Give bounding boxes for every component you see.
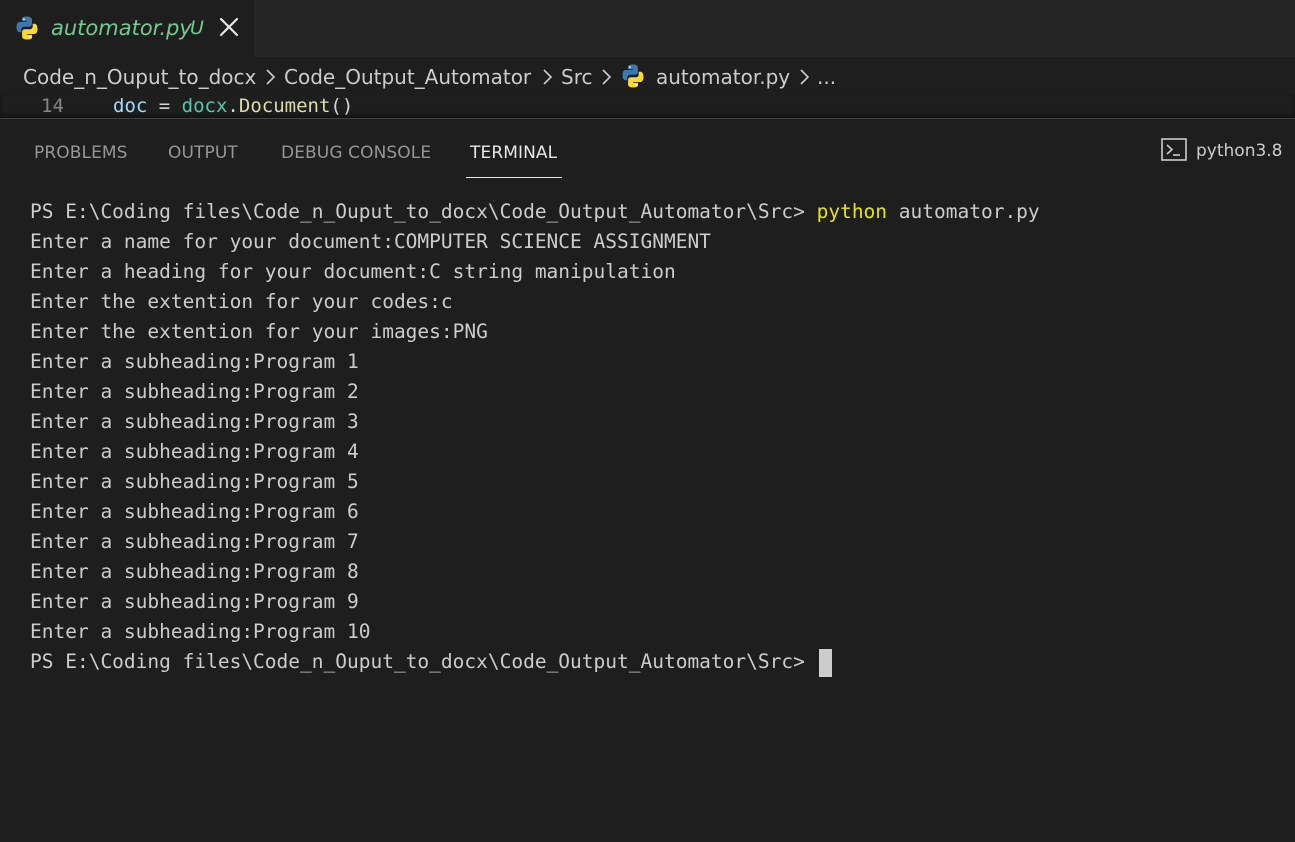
breadcrumb: Code_n_Ouput_to_docx Code_Output_Automat… xyxy=(0,57,1295,97)
terminal-line: Enter a subheading:Program 6 xyxy=(30,500,359,523)
editor-tab[interactable]: automator.py U xyxy=(0,0,254,57)
chevron-right-icon xyxy=(266,69,276,85)
chevron-right-icon xyxy=(543,69,553,85)
terminal-prompt: PS E:\Coding files\Code_n_Ouput_to_docx\… xyxy=(30,200,817,223)
editor-tab-bar: automator.py U xyxy=(0,0,1295,57)
tab-terminal[interactable]: TERMINAL xyxy=(470,141,557,165)
code-text: doc = docx.Document() xyxy=(113,94,353,118)
code-dot: . xyxy=(227,95,239,117)
terminal-line: Enter a subheading:Program 10 xyxy=(30,620,371,643)
terminal-selector[interactable]: python3.8 xyxy=(1196,139,1283,163)
terminal-line: Enter a subheading:Program 1 xyxy=(30,350,359,373)
terminal-command-args: automator.py xyxy=(887,200,1040,223)
terminal-line: Enter a subheading:Program 7 xyxy=(30,530,359,553)
terminal-line: Enter a subheading:Program 3 xyxy=(30,410,359,433)
breadcrumb-item-project[interactable]: Code_Output_Automator xyxy=(284,64,531,90)
python-icon xyxy=(16,16,38,40)
python-icon xyxy=(622,64,644,88)
terminal-command: python xyxy=(816,200,888,223)
terminal-line: Enter a subheading:Program 8 xyxy=(30,560,359,583)
breadcrumb-item-symbol[interactable]: ... xyxy=(817,64,836,90)
close-icon[interactable] xyxy=(216,14,242,40)
breadcrumb-item-root[interactable]: Code_n_Ouput_to_docx xyxy=(23,64,256,90)
chevron-right-icon xyxy=(800,69,810,85)
terminal-line: Enter a subheading:Program 2 xyxy=(30,380,359,403)
breadcrumb-item-file[interactable]: automator.py xyxy=(656,64,790,90)
terminal-line: Enter the extention for your images:PNG xyxy=(30,320,488,343)
code-paren: () xyxy=(330,95,354,117)
tab-debug-console[interactable]: DEBUG CONSOLE xyxy=(281,141,431,165)
terminal-icon[interactable] xyxy=(1160,136,1188,164)
terminal-line: Enter a heading for your document:C stri… xyxy=(30,260,676,283)
code-function: Document xyxy=(238,95,331,117)
breadcrumb-item-src[interactable]: Src xyxy=(561,64,592,90)
terminal-command-line: PS E:\Coding files\Code_n_Ouput_to_docx\… xyxy=(30,197,1040,227)
line-number: 14 xyxy=(41,95,64,117)
tab-output[interactable]: OUTPUT xyxy=(168,141,238,165)
terminal-line: Enter the extention for your codes:c xyxy=(30,290,453,313)
terminal-line: Enter a subheading:Program 5 xyxy=(30,470,359,493)
code-variable: doc xyxy=(113,95,148,117)
terminal-cursor[interactable] xyxy=(818,648,832,677)
terminal-output[interactable]: PS E:\Coding files\Code_n_Ouput_to_docx\… xyxy=(30,197,1040,677)
tab-filename: automator.py xyxy=(51,16,192,40)
terminal-prompt: PS E:\Coding files\Code_n_Ouput_to_docx\… xyxy=(30,650,805,673)
chevron-right-icon xyxy=(602,69,612,85)
terminal-line: Enter a subheading:Program 9 xyxy=(30,590,359,613)
terminal-line: Enter a name for your document:COMPUTER … xyxy=(30,230,711,253)
code-operator: = xyxy=(147,95,182,117)
active-tab-indicator xyxy=(466,177,562,178)
terminal-line: Enter a subheading:Program 4 xyxy=(30,440,359,463)
bottom-panel: PROBLEMS OUTPUT DEBUG CONSOLE TERMINAL p… xyxy=(0,118,1295,842)
terminal-final-prompt-line: PS E:\Coding files\Code_n_Ouput_to_docx\… xyxy=(30,647,1040,677)
code-module: docx xyxy=(181,95,228,117)
tab-problems[interactable]: PROBLEMS xyxy=(34,141,128,165)
editor-code-line[interactable]: 14 doc = docx.Document() xyxy=(0,94,1295,118)
git-status-badge: U xyxy=(190,17,204,39)
